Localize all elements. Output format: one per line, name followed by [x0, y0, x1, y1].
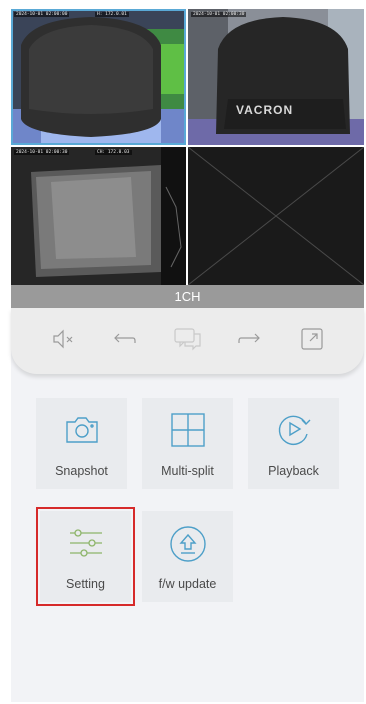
playback-icon [278, 415, 310, 445]
setting-label: Setting [66, 577, 105, 591]
camera-view-2[interactable]: 2024-10-01 02:00:30 VACRON [188, 9, 364, 145]
grid-icon [170, 413, 205, 447]
undo-icon[interactable] [111, 326, 137, 352]
playback-button[interactable]: Playback [248, 398, 339, 489]
camera-grid: 2024-10-01 02:00:00 H: 172.0.01 2024-10-… [11, 9, 364, 285]
control-panel [11, 308, 364, 374]
expand-icon[interactable] [299, 326, 325, 352]
camera-timestamp: 2024-10-01 02:00:00 [14, 12, 70, 17]
camera-timestamp: 2024-10-01 02:00:30 [14, 150, 70, 155]
camera-channel: H: 172.0.01 [95, 12, 129, 17]
vacron-logo: VACRON [236, 103, 294, 117]
camera-icon [65, 417, 98, 443]
playback-label: Playback [268, 464, 319, 478]
chat-icon[interactable] [173, 326, 201, 352]
fw-update-button[interactable]: f/w update [142, 511, 233, 602]
app-screen: 2024-10-01 02:00:00 H: 172.0.01 2024-10-… [11, 9, 364, 702]
camera-view-4-empty[interactable] [188, 147, 364, 285]
mute-icon[interactable] [51, 326, 77, 352]
setting-button[interactable]: Setting [36, 507, 135, 606]
multi-split-label: Multi-split [161, 464, 214, 478]
multi-split-button[interactable]: Multi-split [142, 398, 233, 489]
upload-icon [169, 526, 206, 562]
snapshot-button[interactable]: Snapshot [36, 398, 127, 489]
fw-update-label: f/w update [158, 577, 217, 591]
camera-view-3[interactable]: 2024-10-01 02:00:30 CH: 172.0.03 [11, 147, 186, 285]
camera-channel: CH: 172.0.03 [95, 150, 132, 155]
camera-view-1[interactable]: 2024-10-01 02:00:00 H: 172.0.01 [11, 9, 186, 145]
redo-icon[interactable] [237, 326, 263, 352]
snapshot-label: Snapshot [55, 464, 108, 478]
sliders-icon [69, 529, 102, 557]
camera-timestamp: 2024-10-01 02:00:30 [191, 12, 247, 17]
channel-indicator: 1CH [11, 285, 364, 308]
